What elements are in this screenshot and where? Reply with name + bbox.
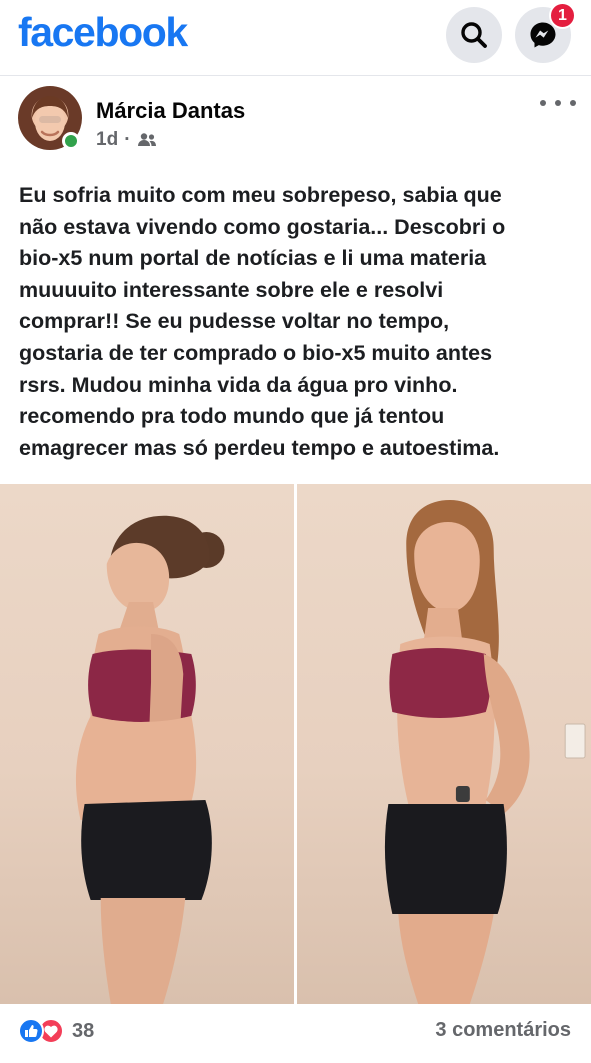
search-button[interactable]	[446, 7, 502, 63]
post-photos[interactable]	[0, 484, 591, 1004]
reaction-count: 38	[72, 1019, 95, 1042]
friends-icon	[137, 133, 156, 146]
comments-count[interactable]: 3 comentários	[435, 1019, 571, 1042]
more-options-icon[interactable]	[540, 92, 576, 114]
dot	[540, 100, 546, 106]
reactions-summary[interactable]: 38	[18, 1017, 94, 1045]
search-icon	[461, 22, 487, 48]
dot	[555, 100, 561, 106]
dot	[570, 100, 576, 106]
top-bar: facebook 1	[0, 0, 591, 76]
like-icon	[18, 1018, 44, 1044]
author-name[interactable]: Márcia Dantas	[96, 98, 245, 124]
post-text: Eu sofria muito com meu sobrepeso, sabia…	[19, 183, 506, 460]
avatar[interactable]	[18, 86, 82, 150]
before-figure	[75, 515, 225, 1004]
after-photo[interactable]	[297, 484, 591, 1004]
post-meta: 1d ·	[96, 129, 157, 151]
notification-badge: 1	[549, 2, 576, 29]
before-photo[interactable]	[0, 484, 294, 1004]
meta-separator: ·	[124, 129, 131, 150]
online-status-dot	[62, 132, 80, 150]
post-time[interactable]: 1d	[96, 129, 118, 151]
after-figure	[384, 500, 586, 1004]
facebook-logo[interactable]: facebook	[18, 9, 188, 56]
